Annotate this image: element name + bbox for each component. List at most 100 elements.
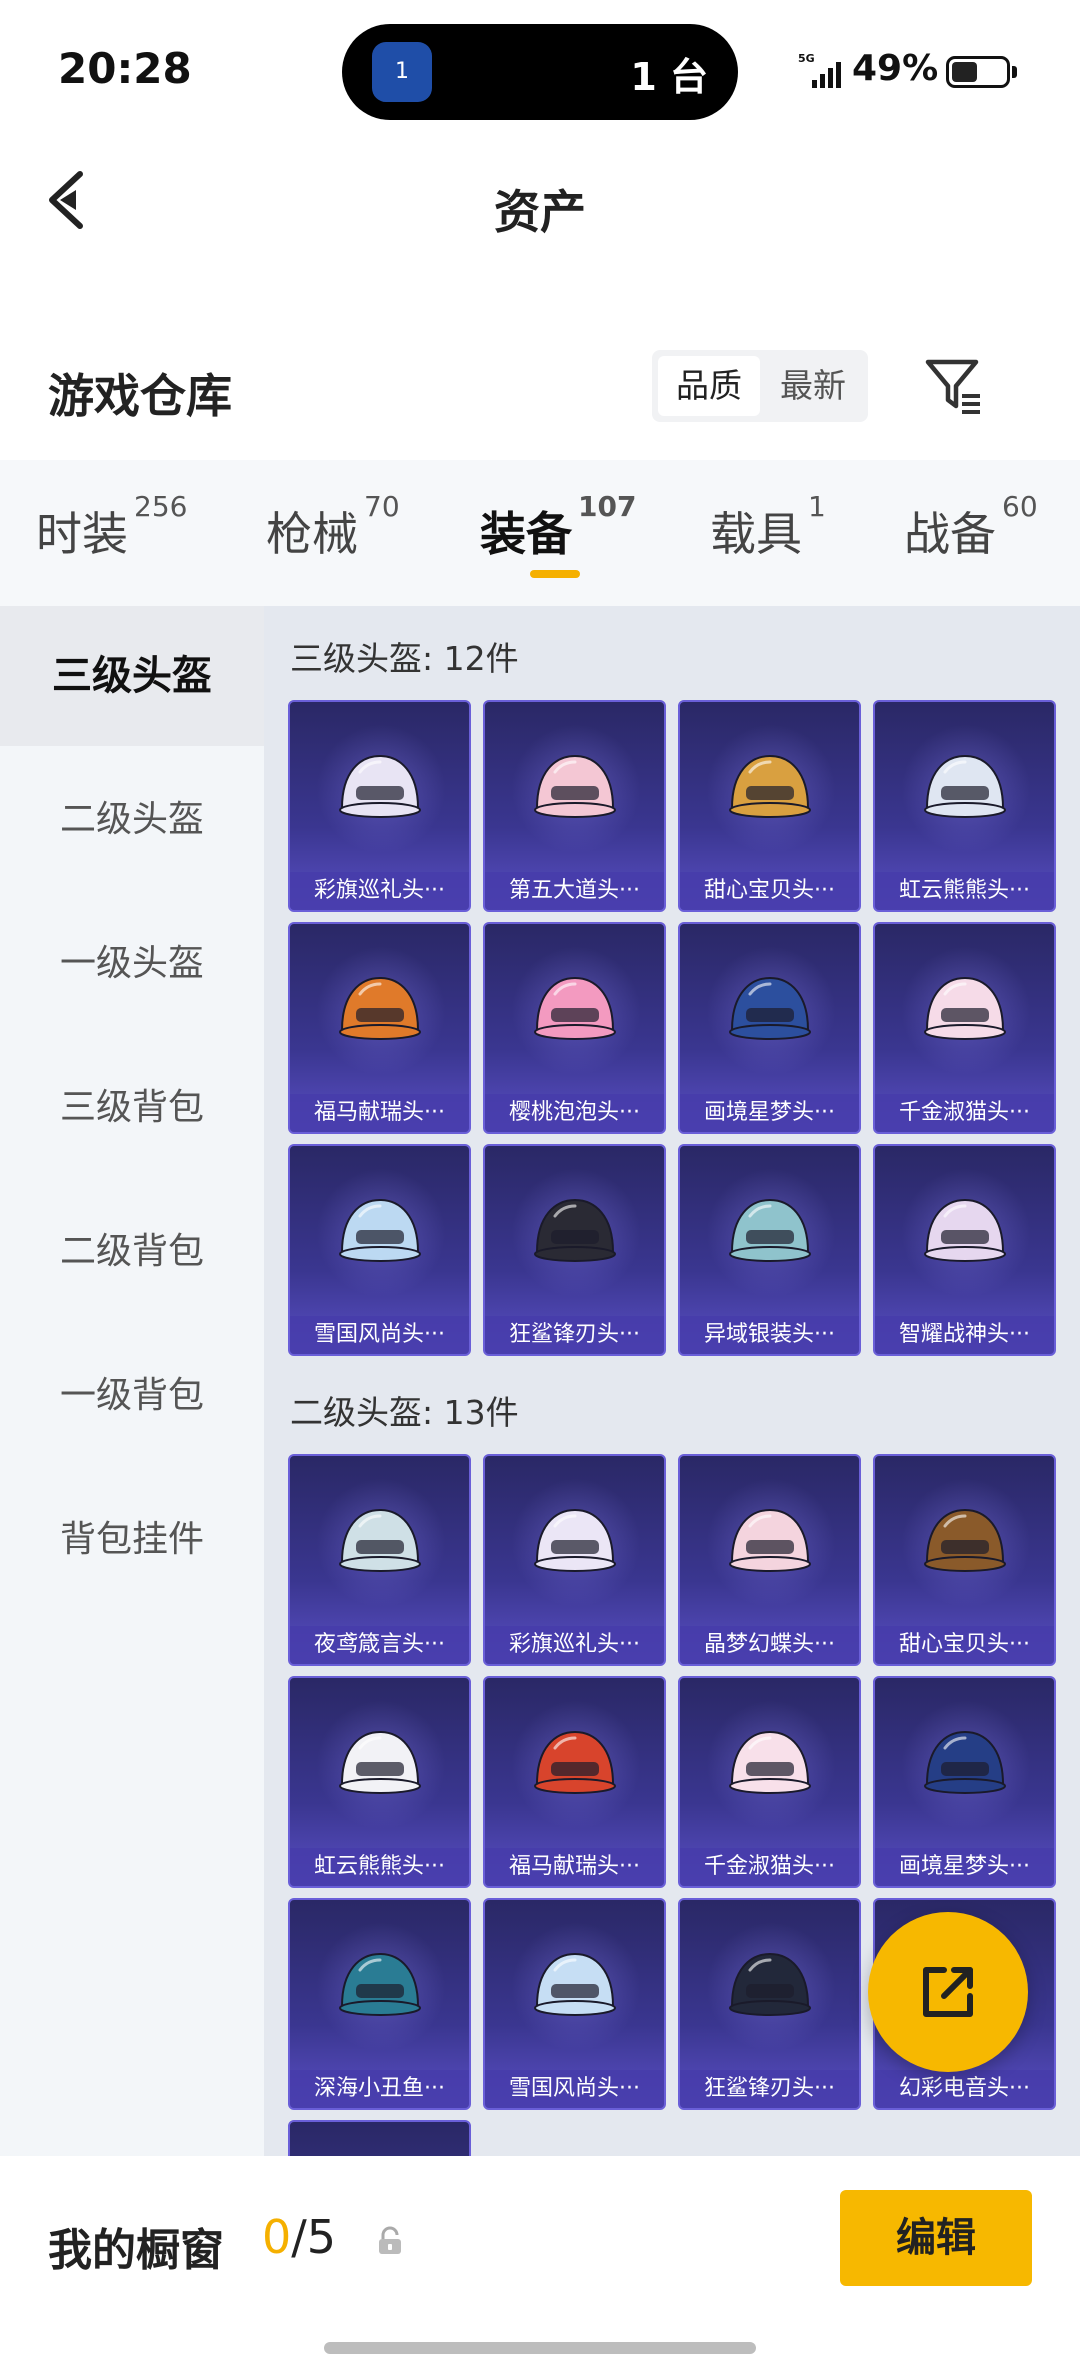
home-indicator[interactable] [324,2342,756,2354]
side-item-level2-backpack[interactable]: 二级背包 [0,1182,264,1322]
battery-icon [946,56,1010,88]
helmet-icon [534,976,616,1040]
item-card[interactable]: 雪国风尚头··· [483,1898,666,2110]
helmet-icon [729,1952,811,2016]
side-item-level2-helmet[interactable]: 二级头盔 [0,750,264,890]
item-name: 画境星梦头··· [680,1094,859,1132]
lock-icon [379,2226,401,2254]
item-card[interactable]: 彩旗巡礼头··· [288,700,471,912]
item-name: 甜心宝贝头··· [875,1626,1054,1664]
sort-option-quality[interactable]: 品质 [658,356,760,416]
item-name: 第五大道头··· [485,872,664,910]
item-card[interactable]: 虹云熊熊头··· [288,1676,471,1888]
item-card[interactable]: 狂鲨锋刃头··· [678,1898,861,2110]
side-item-level1-backpack[interactable]: 一级背包 [0,1326,264,1466]
helmet-icon [534,1198,616,1262]
item-name: 彩旗巡礼头··· [290,872,469,910]
item-name: 樱桃泡泡头··· [485,1094,664,1132]
tab-count: 1 [808,490,826,523]
showcase-bar: 我的橱窗 0/5 编辑 [0,2156,1080,2376]
battery-tip [1012,66,1017,78]
helmet-icon [729,1198,811,1262]
item-name: 福马献瑞头··· [485,1848,664,1886]
item-card[interactable]: 智耀战神头··· [873,1144,1056,1356]
edit-button[interactable]: 编辑 [840,2190,1032,2286]
tab-count: 60 [1002,490,1038,523]
side-item-level3-backpack[interactable]: 三级背包 [0,1038,264,1178]
item-card[interactable]: 千金淑猫头··· [678,1676,861,1888]
broadcast-icon: 1 [372,42,432,102]
side-nav: 三级头盔 二级头盔 一级头盔 三级背包 二级背包 一级背包 背包挂件 [0,606,264,2156]
battery-percent: 49% [852,48,939,89]
helmet-icon [339,976,421,1040]
item-card[interactable]: 甜心宝贝头··· [678,700,861,912]
helmet-icon [534,1730,616,1794]
group-title-level2-helmet: 二级头盔: 13件 [290,1393,519,1432]
tab-count: 70 [364,490,400,523]
helmet-icon [534,1952,616,2016]
item-card[interactable]: 狂鲨锋刃头··· [483,1144,666,1356]
helmet-icon [339,1198,421,1262]
item-card[interactable]: 深海小丑鱼··· [288,1898,471,2110]
item-card[interactable]: 异域银装头··· [678,1144,861,1356]
item-card[interactable]: 彩旗巡礼头··· [483,1454,666,1666]
share-fab[interactable] [868,1912,1028,2072]
item-name: 福马献瑞头··· [290,1094,469,1132]
helmet-icon [339,754,421,818]
helmet-icon [339,1730,421,1794]
item-card[interactable]: 雪国风尚头··· [288,1144,471,1356]
item-card[interactable]: 夜鸢箴言头··· [288,1454,471,1666]
side-item-backpack-pendant[interactable]: 背包挂件 [0,1470,264,1610]
item-name: 雪国风尚头··· [290,1316,469,1354]
item-name: 狂鲨锋刃头··· [485,1316,664,1354]
item-card[interactable]: 福马献瑞头··· [483,1676,666,1888]
battery-fill [952,62,978,82]
tab-vehicles[interactable]: 载具1 [710,490,826,564]
item-name: 深海小丑鱼··· [290,2070,469,2108]
item-card-partial[interactable] [288,2120,471,2156]
item-card[interactable]: 虹云熊熊头··· [873,700,1056,912]
tab-fashion[interactable]: 时装256 [36,490,187,564]
tab-supplies[interactable]: 战备60 [904,490,1038,564]
tab-label: 装备 [480,507,572,561]
item-card[interactable]: 甜心宝贝头··· [873,1454,1056,1666]
tab-label: 枪械 [266,507,358,561]
item-name: 彩旗巡礼头··· [485,1626,664,1664]
showcase-max: 5 [306,2210,337,2264]
helmet-icon [729,754,811,818]
item-name: 智耀战神头··· [875,1316,1054,1354]
item-card[interactable]: 画境星梦头··· [678,922,861,1134]
item-card[interactable]: 福马献瑞头··· [288,922,471,1134]
helmet-icon [534,1508,616,1572]
filter-button[interactable] [922,354,986,418]
item-card[interactable]: 樱桃泡泡头··· [483,922,666,1134]
item-name: 雪国风尚头··· [485,2070,664,2108]
category-tabs: 时装256 枪械70 装备107 载具1 战备60 [0,460,1080,606]
showcase-separator: / [291,2210,307,2264]
helmet-icon [729,1508,811,1572]
item-name: 虹云熊熊头··· [875,872,1054,910]
group-title-level3-helmet: 三级头盔: 12件 [290,639,519,678]
tab-firearms[interactable]: 枪械70 [266,490,400,564]
side-item-level1-helmet[interactable]: 一级头盔 [0,894,264,1034]
side-item-level3-helmet[interactable]: 三级头盔 [0,606,264,746]
item-name: 千金淑猫头··· [875,1094,1054,1132]
dynamic-island[interactable]: 1 1 台 [342,24,738,120]
item-card[interactable]: 第五大道头··· [483,700,666,912]
helmet-icon [924,1730,1006,1794]
tab-label: 时装 [36,507,128,561]
tab-count: 256 [134,490,188,523]
item-name: 画境星梦头··· [875,1848,1054,1886]
tab-equipment[interactable]: 装备107 [480,490,636,564]
external-link-icon [923,1967,973,2017]
item-card[interactable]: 千金淑猫头··· [873,922,1056,1134]
helmet-icon [924,1508,1006,1572]
item-card[interactable]: 晶梦幻蝶头··· [678,1454,861,1666]
sort-option-newest[interactable]: 最新 [762,356,864,416]
helmet-icon [729,1730,811,1794]
island-text: 1 台 [630,55,708,99]
item-card[interactable]: 画境星梦头··· [873,1676,1056,1888]
status-bar: 20:28 1 1 台 5G 49% [0,0,1080,130]
helmet-icon [339,1508,421,1572]
island-badge: 1 [395,59,409,84]
